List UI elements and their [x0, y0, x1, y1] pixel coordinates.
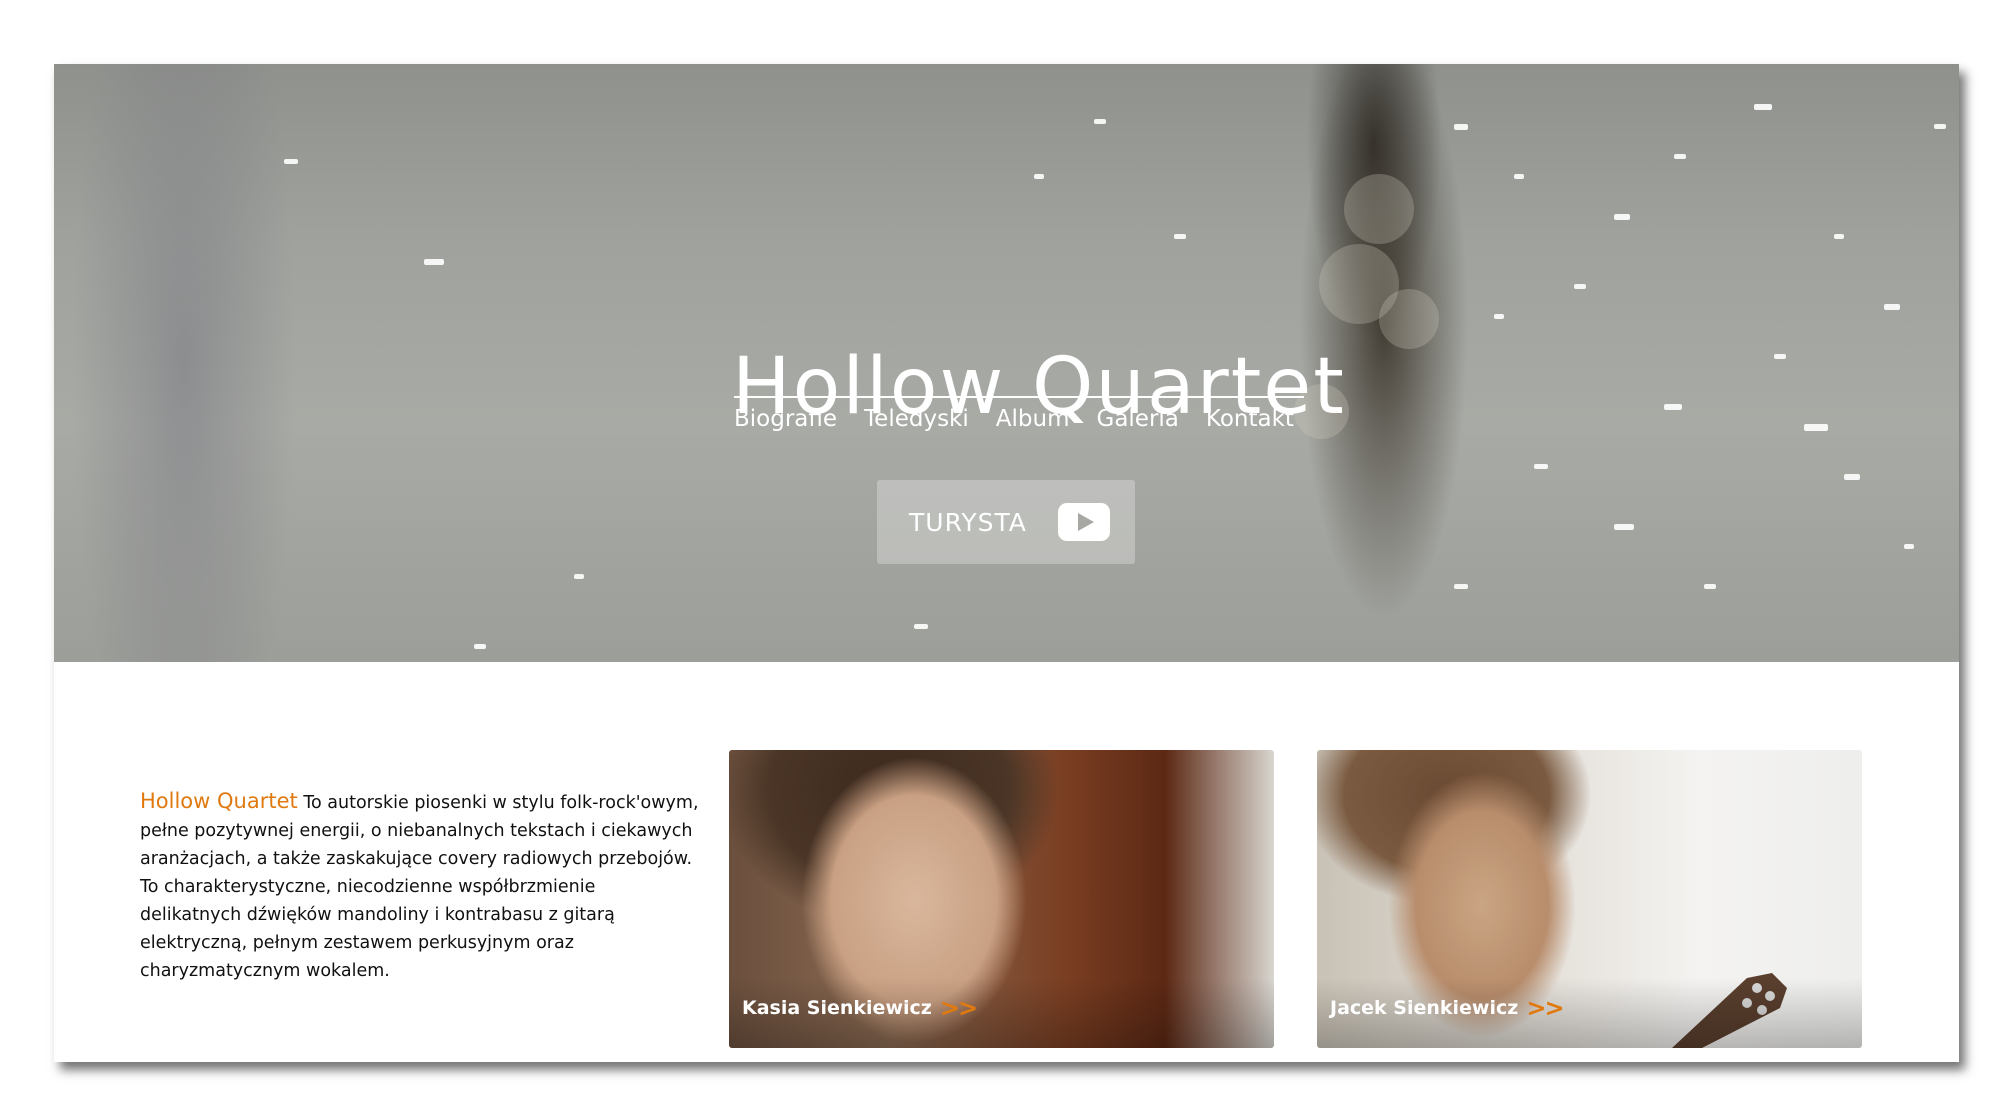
member-name: Jacek Sienkiewicz: [1330, 997, 1519, 1019]
page-frame: Hollow Quartet Biografie Teledyski Album…: [54, 64, 1959, 1062]
title-divider: [734, 396, 1304, 398]
intro-paragraph: Hollow Quartet To autorskie piosenki w s…: [140, 787, 700, 985]
video-button-label: TURYSTA: [909, 507, 1027, 537]
intro-brand-name: Hollow Quartet: [140, 788, 298, 813]
hero-banner: Hollow Quartet Biografie Teledyski Album…: [54, 64, 1959, 662]
member-card-jacek[interactable]: Jacek Sienkiewicz >>: [1317, 750, 1862, 1048]
intro-text: To autorskie piosenki w stylu folk-rock'…: [140, 792, 699, 981]
nav-item-album[interactable]: Album: [996, 406, 1070, 432]
nav-item-galeria[interactable]: Galeria: [1097, 406, 1179, 432]
member-name: Kasia Sienkiewicz: [742, 997, 932, 1019]
member-label[interactable]: Kasia Sienkiewicz >>: [742, 994, 978, 1022]
member-label[interactable]: Jacek Sienkiewicz >>: [1330, 994, 1565, 1022]
chevron-right-icon: >>: [1526, 994, 1564, 1022]
nav-item-kontakt[interactable]: Kontakt: [1206, 406, 1294, 432]
video-turysta-button[interactable]: TURYSTA: [877, 480, 1135, 564]
chevron-right-icon: >>: [939, 994, 978, 1022]
nav-item-biografie[interactable]: Biografie: [734, 406, 837, 432]
main-nav: Biografie Teledyski Album Galeria Kontak…: [734, 406, 1294, 432]
member-card-kasia[interactable]: Kasia Sienkiewicz >>: [729, 750, 1274, 1048]
nav-item-teledyski[interactable]: Teledyski: [864, 406, 969, 432]
youtube-play-icon: [1058, 503, 1110, 541]
